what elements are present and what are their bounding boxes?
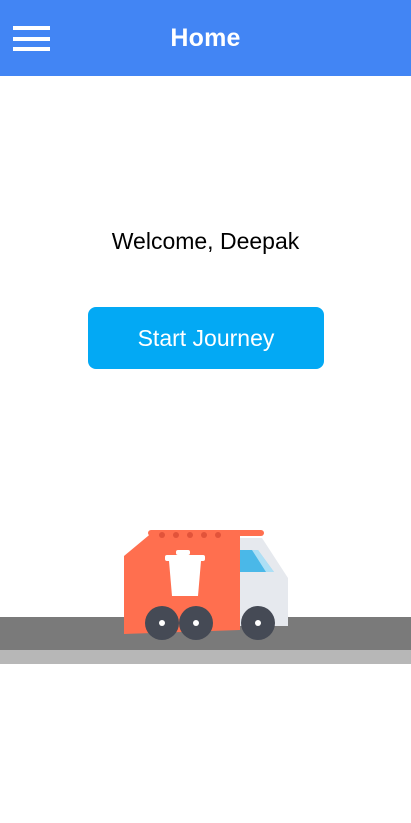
app-bar: Home <box>0 0 411 76</box>
home-screen: Home Welcome, Deepak Start Journey <box>0 0 411 823</box>
start-journey-button[interactable]: Start Journey <box>88 307 324 369</box>
garbage-truck-icon <box>124 530 288 640</box>
hamburger-menu-icon[interactable] <box>13 26 50 51</box>
road-curb <box>0 650 411 664</box>
page-title: Home <box>170 23 241 52</box>
welcome-message: Welcome, Deepak <box>111 228 300 254</box>
